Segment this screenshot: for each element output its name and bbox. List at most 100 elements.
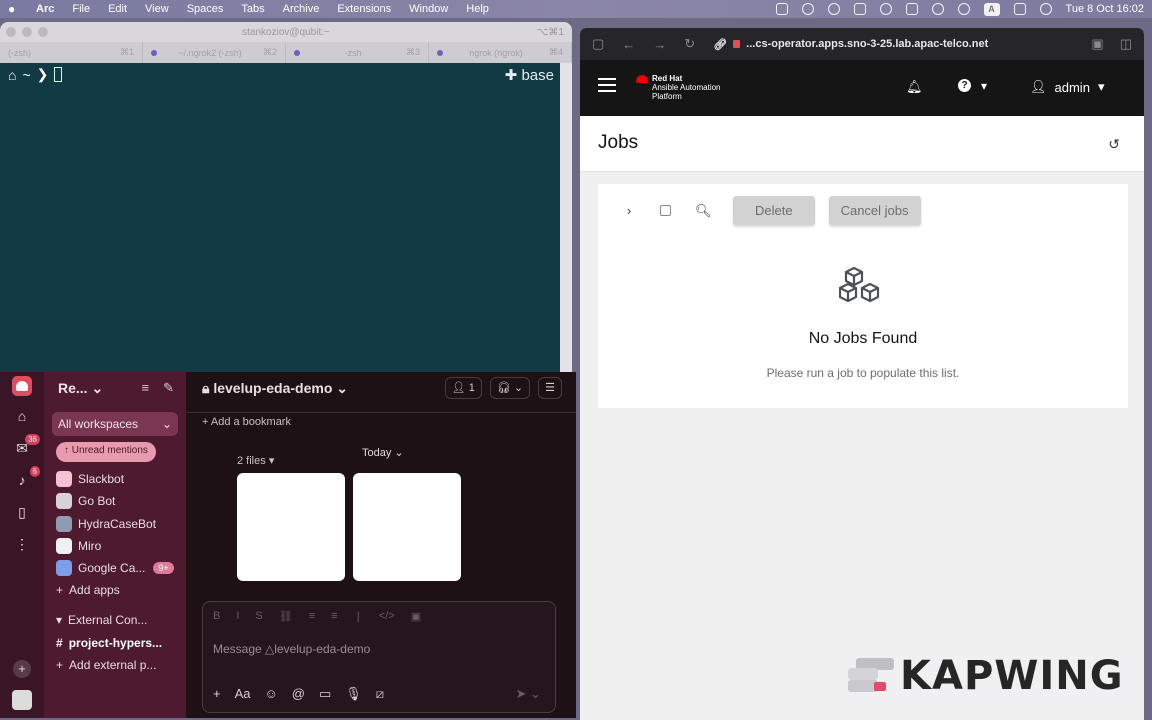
dms-icon[interactable]: ✉ 36 [12,434,40,460]
canvas-button[interactable]: ☰ [538,377,562,399]
menu-edit[interactable]: Edit [108,3,127,15]
members-button[interactable]: 👤︎ 1 [444,377,482,399]
user-menu[interactable]: 👤︎ admin ▾ [1030,79,1104,95]
person-icon: 👤︎ [451,382,466,394]
search-icon[interactable]: 🔍︎ [695,203,712,219]
sidebar-item-miro[interactable]: Miro [56,538,101,554]
bookmark-icon[interactable]: ▯ [12,504,32,524]
microphone-icon[interactable]: 🎙︎ [345,686,362,702]
history-icon[interactable]: ↺ [1108,136,1120,153]
control-center-icon[interactable] [1013,3,1026,15]
sidebar-item-slackbot[interactable]: Slackbot [56,471,124,487]
file-thumbnail[interactable] [353,473,461,581]
italic-icon[interactable]: I [236,610,239,623]
hat-status-icon[interactable] [827,3,840,15]
sidebar-item-add-external[interactable]: + Add external p... [56,658,156,672]
channel-name[interactable]: 🔒︎ levelup-eda-demo ⌄ [202,380,348,397]
bold-icon[interactable]: B [213,610,220,623]
huddle-button[interactable]: 🎧︎ ⌄ [489,377,531,399]
bell-icon[interactable]: 🔔︎ [906,79,923,95]
menu-help[interactable]: Help [466,3,489,15]
terminal-prompt: ⌂ ~ ❯ [2,66,63,83]
plus-icon[interactable]: + [213,686,221,702]
workspace-name[interactable]: Re... ⌄ [58,380,103,397]
select-all-checkbox[interactable] [660,205,671,216]
sidebar-toggle-icon[interactable]: ▢ [592,36,604,52]
forward-icon[interactable]: → [653,37,666,52]
input-source-icon[interactable]: A [983,2,1000,16]
cancel-jobs-button[interactable]: Cancel jobs [828,196,921,225]
strikethrough-icon[interactable]: S [255,610,262,623]
home-icon[interactable]: ⌂ [12,408,32,428]
numbered-list-icon[interactable]: ≡ [309,610,315,623]
workspace-icon[interactable] [12,376,32,396]
status-icon[interactable] [775,3,788,15]
redhat-aap-logo[interactable]: Red Hat Ansible Automation Platform [636,74,721,101]
menu-clock[interactable]: Tue 8 Oct 16:02 [1066,3,1144,15]
sidebar-item-hydracasebot[interactable]: HydraCaseBot [56,516,156,532]
quote-icon[interactable]: ❘ [354,610,363,623]
files-toggle[interactable]: 2 files ▾ [237,454,274,467]
menu-spaces[interactable]: Spaces [187,3,224,15]
terminal-tab[interactable]: (-zsh) ⌘1 [0,42,143,63]
chevron-right-icon[interactable]: › [622,203,636,218]
battery-icon[interactable] [879,3,892,15]
bulleted-list-icon[interactable]: ≡ [331,610,337,623]
terminal-tab[interactable]: ~/.ngrok2 (-zsh) ⌘2 [143,42,286,63]
code-icon[interactable]: </> [379,610,395,623]
menu-window[interactable]: Window [409,3,448,15]
emoji-icon[interactable]: ☺ [265,686,278,702]
menu-view[interactable]: View [145,3,169,15]
all-workspaces-dropdown[interactable]: All workspaces ⌄ [52,412,178,436]
unread-mentions-pill[interactable]: ↑ Unread mentions [56,442,156,462]
avatar[interactable] [12,690,32,710]
formatting-icon[interactable]: Aa [235,686,251,702]
back-icon[interactable]: ← [622,37,635,52]
activity-icon[interactable]: ♪ 6 [12,466,40,492]
add-workspace-icon[interactable]: + [13,660,31,678]
sidebar-item-go-bot[interactable]: Go Bot [56,493,115,509]
message-composer[interactable]: B I S ⛓︎ ≡ ≡ ❘ </> ▣ Message △levelup-ed… [202,601,556,713]
help-menu[interactable]: ? ▾ [958,79,987,93]
menu-file[interactable]: File [72,3,90,15]
sidebar-item-add-apps[interactable]: + Add apps [56,583,120,597]
date-divider[interactable]: Today ⌄ [362,446,404,459]
split-view-icon[interactable]: ◫ [1120,36,1132,52]
add-bookmark-link[interactable]: + Add a bookmark [202,416,291,428]
scrollbar[interactable] [560,63,572,372]
send-icon[interactable]: ➤ ⌄ [516,686,541,702]
filter-icon[interactable]: ≡ [142,380,150,396]
bluetooth-icon[interactable] [905,3,918,15]
extensions-icon[interactable]: ▣ [1091,36,1103,52]
menu-app-name[interactable]: Arc [36,3,54,15]
apple-icon[interactable]: ● [8,2,22,16]
compose-icon[interactable]: ✎ [163,380,174,396]
terminal-tab[interactable]: ngrok (ngrok) ⌘4 [429,42,572,63]
menu-archive[interactable]: Archive [283,3,320,15]
wifi-icon[interactable] [931,3,944,15]
search-icon[interactable] [957,3,970,15]
file-thumbnail[interactable] [237,473,345,581]
hamburger-menu-icon[interactable] [598,78,616,96]
terminal-tab[interactable]: -zsh ⌘3 [286,42,429,63]
menu-tabs[interactable]: Tabs [241,3,264,15]
link-icon[interactable]: ⛓︎ [279,610,293,623]
address-bar[interactable]: 🔗︎ ...cs-operator.apps.sno-3-25.lab.apac… [713,38,988,51]
video-icon[interactable]: ▭ [319,686,331,702]
reload-icon[interactable]: ↻ [684,36,695,52]
screen-share-icon[interactable] [853,3,866,15]
sidebar-item-channel[interactable]: # project-hypers... [56,636,162,650]
more-icon[interactable]: ⋮ [12,536,32,556]
sidebar-section-external[interactable]: ▾ External Con... [56,613,147,627]
terminal-body[interactable]: ⌂ ~ ❯ ✚ base [0,63,572,372]
code-block-icon[interactable]: ▣ [411,610,421,623]
slash-command-icon[interactable]: ⧄ [376,686,384,702]
siri-icon[interactable] [1039,3,1052,15]
delete-button[interactable]: Delete [733,196,815,225]
terminal-titlebar[interactable]: stankoziov@qubit:~ ⌥⌘1 [0,22,572,42]
message-input[interactable]: Message △levelup-eda-demo [213,642,370,656]
menu-extensions[interactable]: Extensions [337,3,391,15]
mention-icon[interactable]: @ [292,686,305,702]
clock-status-icon[interactable] [801,3,814,15]
sidebar-item-google-calendar[interactable]: Google Ca... 9+ [56,560,174,576]
